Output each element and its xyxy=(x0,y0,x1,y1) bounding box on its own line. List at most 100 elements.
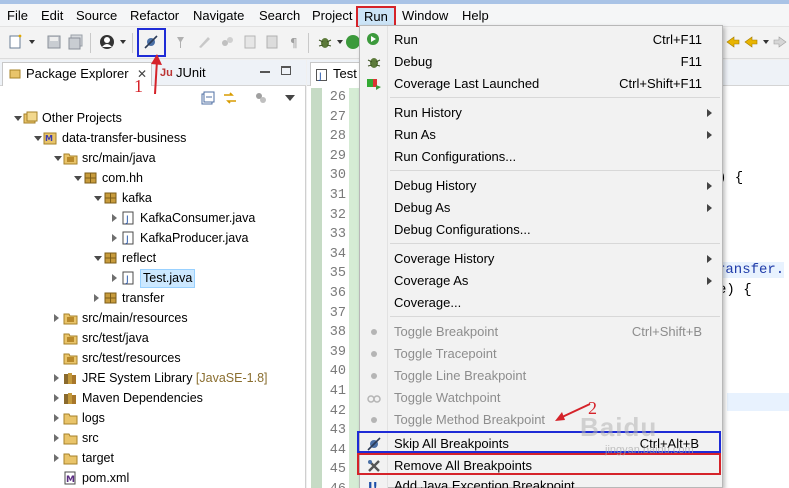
tree-item[interactable]: transfer xyxy=(0,288,300,308)
collapsed-icon[interactable] xyxy=(54,414,59,422)
tree-item[interactable]: logs xyxy=(0,408,300,428)
menu-item-label: Coverage History xyxy=(394,251,495,266)
menu-item-label: Coverage Last Launched xyxy=(394,76,540,91)
tree-item[interactable]: src xyxy=(0,428,300,448)
profile-dropdown-icon[interactable] xyxy=(120,40,126,44)
collapsed-icon[interactable] xyxy=(54,394,59,402)
menu-item-debug-configurations[interactable]: Debug Configurations... xyxy=(360,219,722,241)
svg-text:M: M xyxy=(45,134,53,143)
view-menu-icon[interactable] xyxy=(285,95,295,101)
tree-item[interactable]: J KafkaConsumer.java xyxy=(0,208,300,228)
menu-item-debug-history[interactable]: Debug History xyxy=(360,175,722,197)
menu-item-remove-all-breakpoints[interactable]: Remove All Breakpoints xyxy=(357,453,721,475)
svg-text:J: J xyxy=(318,72,322,81)
debug-dropdown-icon[interactable] xyxy=(337,40,343,44)
working-set-icon xyxy=(23,111,38,125)
profile-icon[interactable] xyxy=(99,34,115,50)
collapsed-icon[interactable] xyxy=(94,294,99,302)
tree-item[interactable]: target xyxy=(0,448,300,468)
tree-item[interactable]: kafka xyxy=(0,188,300,208)
tree-item[interactable]: J Test.java xyxy=(0,268,300,288)
new-icon[interactable] xyxy=(8,34,24,50)
menu-item-label: Toggle Method Breakpoint xyxy=(394,412,546,427)
menu-item-run-as[interactable]: Run As xyxy=(360,124,722,146)
focus-icon[interactable] xyxy=(254,91,268,105)
pen-icon[interactable] xyxy=(196,34,212,50)
menu-source[interactable]: Source xyxy=(74,8,119,24)
menu-item-coverage[interactable]: Coverage... xyxy=(360,292,722,314)
menu-navigate[interactable]: Navigate xyxy=(191,8,246,24)
menu-separator xyxy=(390,316,720,317)
collapsed-icon[interactable] xyxy=(54,374,59,382)
maximize-icon[interactable] xyxy=(281,66,291,75)
collapsed-icon[interactable] xyxy=(54,314,59,322)
save-all-icon[interactable] xyxy=(68,34,84,50)
run-icon xyxy=(366,32,382,48)
menu-item-coverage-as[interactable]: Coverage As xyxy=(360,270,722,292)
menu-item-toggle-watchpoint: Toggle Watchpoint xyxy=(360,387,722,409)
menu-refactor[interactable]: Refactor xyxy=(128,8,181,24)
menubar: File Edit Source Refactor Navigate Searc… xyxy=(0,4,789,28)
back-dropdown-icon[interactable] xyxy=(763,40,769,44)
menu-item-coverage-history[interactable]: Coverage History xyxy=(360,248,722,270)
menu-edit[interactable]: Edit xyxy=(39,8,65,24)
tree-item[interactable]: src/main/java xyxy=(0,148,300,168)
minimize-icon[interactable] xyxy=(260,71,270,73)
collapsed-icon[interactable] xyxy=(54,454,59,462)
tree-item[interactable]: Mdata-transfer-business xyxy=(0,128,300,148)
menu-item-debug-as[interactable]: Debug As xyxy=(360,197,722,219)
expanded-icon[interactable] xyxy=(34,136,42,141)
menu-item-coverage-last-launched[interactable]: Coverage Last Launched Ctrl+Shift+F11 xyxy=(360,73,722,95)
menu-item-run-history[interactable]: Run History xyxy=(360,102,722,124)
debug-icon[interactable] xyxy=(317,34,333,50)
expanded-icon[interactable] xyxy=(94,256,102,261)
tree-item[interactable]: Mpom.xml xyxy=(0,468,300,488)
tab-package-explorer[interactable]: Package Explorer ✕ xyxy=(2,62,152,86)
tree-item[interactable]: JRE System Library [JavaSE-1.8] xyxy=(0,368,300,388)
back-arrow-icon[interactable] xyxy=(743,34,759,50)
new-dropdown-icon[interactable] xyxy=(29,40,35,44)
line-number: 46 xyxy=(310,482,346,488)
menu-item-run-configurations[interactable]: Run Configurations... xyxy=(360,146,722,168)
menu-item-label: Debug Configurations... xyxy=(394,222,531,237)
collapsed-icon[interactable] xyxy=(112,214,117,222)
toggle-ant-icon[interactable] xyxy=(173,34,189,50)
menu-item-run[interactable]: Run Ctrl+F11 xyxy=(360,29,722,51)
tree-item[interactable]: Other Projects xyxy=(0,108,300,128)
expanded-icon[interactable] xyxy=(54,156,62,161)
collapsed-icon[interactable] xyxy=(112,234,117,242)
show-whitespace-icon[interactable]: ¶ xyxy=(287,34,303,50)
tree-item[interactable]: reflect xyxy=(0,248,300,268)
tree-item[interactable]: src/test/resources xyxy=(0,348,300,368)
tree-item-label: JRE System Library [JavaSE-1.8] xyxy=(82,371,268,385)
collapsed-icon[interactable] xyxy=(112,274,117,282)
back-icon[interactable] xyxy=(725,34,741,50)
menu-help[interactable]: Help xyxy=(460,8,491,24)
tree-item[interactable]: src/main/resources xyxy=(0,308,300,328)
tree-item[interactable]: com.hh xyxy=(0,168,300,188)
menu-project[interactable]: Project xyxy=(310,8,354,24)
expanded-icon[interactable] xyxy=(94,196,102,201)
expanded-icon[interactable] xyxy=(74,176,82,181)
link-with-editor-icon[interactable] xyxy=(222,91,238,105)
menu-search[interactable]: Search xyxy=(257,8,302,24)
tree-item[interactable]: Maven Dependencies xyxy=(0,388,300,408)
expanded-icon[interactable] xyxy=(14,116,22,121)
menu-item-add-java-exception-breakpoint[interactable]: J! Add Java Exception Breakpoint... xyxy=(360,475,722,488)
collapsed-icon[interactable] xyxy=(54,434,59,442)
link-icon[interactable] xyxy=(219,34,235,50)
skip-breakpoints-icon[interactable] xyxy=(143,34,159,50)
collapse-all-icon[interactable] xyxy=(201,91,215,105)
line-number: 26 xyxy=(329,90,346,105)
tree-item[interactable]: J KafkaProducer.java xyxy=(0,228,300,248)
save-icon[interactable] xyxy=(46,34,62,50)
block-selection-icon[interactable] xyxy=(264,34,280,50)
tree-item[interactable]: src/test/java xyxy=(0,328,300,348)
menu-window[interactable]: Window xyxy=(400,8,450,24)
tree-item-label: KafkaProducer.java xyxy=(140,231,249,245)
line-number: 40 xyxy=(329,364,346,380)
menu-item-debug[interactable]: Debug F11 xyxy=(360,51,722,73)
annotation-icon[interactable] xyxy=(242,34,258,50)
forward-icon[interactable] xyxy=(772,34,788,50)
menu-file[interactable]: File xyxy=(5,8,30,24)
